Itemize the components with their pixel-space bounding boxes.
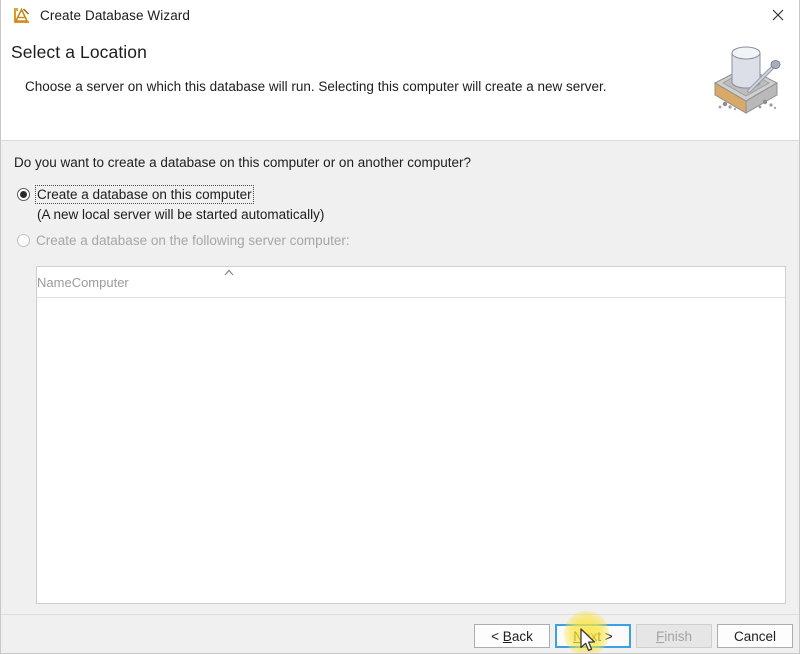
chevron-up-icon	[224, 269, 234, 276]
window-title: Create Database Wizard	[40, 7, 191, 23]
next-button[interactable]: Next >	[555, 624, 631, 648]
server-list-header: Name Computer	[37, 267, 785, 298]
back-button-label: < Back	[491, 628, 533, 644]
finish-button: Finish	[636, 624, 712, 648]
cancel-button-label: Cancel	[733, 628, 777, 644]
radio-option-remote-label: Create a database on the following serve…	[36, 233, 350, 248]
location-prompt: Do you want to create a database on this…	[14, 155, 472, 170]
database-wizard-icon	[14, 7, 29, 23]
title-bar: Create Database Wizard	[1, 0, 799, 30]
wizard-header: Select a Location Choose a server on whi…	[1, 30, 799, 141]
cancel-button[interactable]: Cancel	[717, 624, 793, 648]
radio-option-local[interactable]: Create a database on this computer	[17, 185, 254, 204]
wizard-window: Create Database Wizard Select a Location…	[0, 0, 800, 654]
finish-button-label: Finish	[655, 628, 692, 644]
server-list-body[interactable]	[37, 298, 785, 603]
column-header-name[interactable]: Name	[37, 267, 72, 298]
close-icon	[772, 9, 784, 21]
back-button[interactable]: < Back	[474, 624, 550, 648]
radio-button-remote-icon	[17, 234, 30, 247]
database-server-icon	[713, 46, 781, 114]
page-title: Select a Location	[11, 42, 147, 62]
column-header-computer[interactable]: Computer	[72, 267, 129, 298]
column-header-name-label: Name	[37, 274, 72, 290]
radio-option-local-hint: (A new local server will be started auto…	[37, 207, 325, 222]
close-button[interactable]	[755, 0, 799, 30]
page-subtitle: Choose a server on which this database w…	[25, 79, 607, 94]
radio-option-remote[interactable]: Create a database on the following serve…	[17, 232, 350, 249]
server-list[interactable]: Name Computer	[36, 266, 786, 604]
wizard-body: Do you want to create a database on this…	[1, 141, 799, 614]
radio-option-local-label: Create a database on this computer	[35, 185, 254, 204]
radio-button-local-icon	[17, 188, 30, 201]
next-button-label: Next >	[573, 628, 613, 644]
column-header-computer-label: Computer	[71, 274, 129, 290]
wizard-footer: < Back Next > Finish Cancel	[1, 614, 799, 653]
